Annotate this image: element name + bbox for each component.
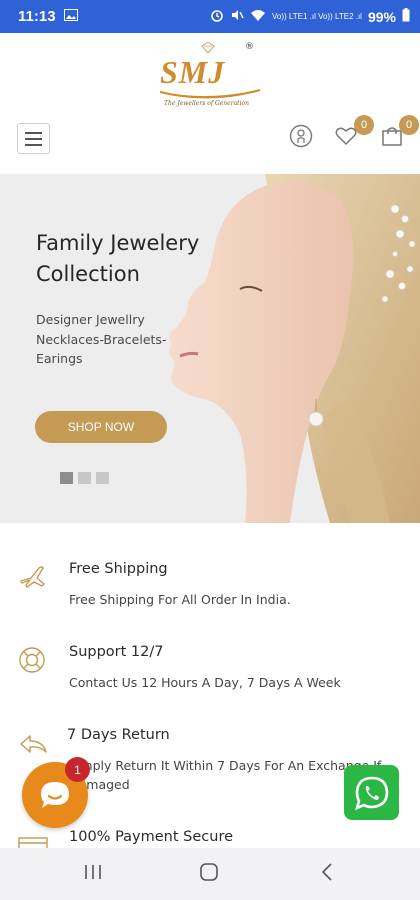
chat-notification-badge: 1 bbox=[65, 757, 90, 782]
logo-tagline: The Jewellers of Generation bbox=[164, 100, 249, 107]
hamburger-menu-button[interactable] bbox=[17, 123, 50, 154]
airplane-icon bbox=[18, 563, 48, 597]
feature-title: 100% Payment Secure bbox=[69, 829, 234, 845]
feature-description-line: Damaged bbox=[69, 777, 130, 792]
hero-title-line: Family Jewelery bbox=[36, 231, 200, 255]
hero-title: Family Jewelery Collection bbox=[36, 228, 226, 290]
shop-now-button[interactable]: SHOP NOW bbox=[35, 411, 167, 443]
heart-icon bbox=[335, 127, 357, 146]
menu-line bbox=[25, 137, 42, 140]
alarm-icon bbox=[210, 8, 224, 25]
back-icon[interactable] bbox=[318, 862, 338, 886]
hero-subtitle-line: Earings bbox=[36, 351, 83, 366]
account-button[interactable] bbox=[289, 124, 313, 152]
wishlist-count-badge: 0 bbox=[354, 115, 374, 135]
hero-subtitle-line: Necklaces-Bracelets- bbox=[36, 331, 167, 347]
hero-subtitle: Designer Jewellry Necklaces-Bracelets- E… bbox=[36, 310, 176, 369]
status-time: 11:13 bbox=[18, 8, 56, 25]
feature-title: Free Shipping bbox=[69, 561, 168, 577]
whatsapp-button[interactable] bbox=[344, 765, 399, 820]
feature-description: Simply Return It Within 7 Days For An Ex… bbox=[69, 756, 381, 794]
menu-line bbox=[25, 131, 42, 134]
feature-description: Free Shipping For All Order In India. bbox=[69, 592, 291, 607]
home-icon[interactable] bbox=[199, 862, 219, 886]
slider-dots bbox=[60, 472, 109, 484]
feature-description: Contact Us 12 Hours A Day, 7 Days A Week bbox=[69, 675, 341, 690]
logo-text: SMJ bbox=[160, 54, 226, 90]
slider-dot[interactable] bbox=[60, 472, 73, 484]
recent-apps-icon[interactable] bbox=[83, 862, 103, 886]
hero-banner[interactable]: Family Jewelery Collection Designer Jewe… bbox=[0, 174, 420, 523]
brand-logo[interactable]: SMJ ® The Jewellers of Generation bbox=[150, 42, 270, 114]
battery-icon bbox=[402, 8, 410, 25]
menu-line bbox=[25, 143, 42, 146]
whatsapp-icon bbox=[354, 776, 388, 810]
wifi-icon bbox=[250, 9, 266, 25]
logo-registered-mark: ® bbox=[245, 42, 254, 52]
feature-title: 7 Days Return bbox=[67, 727, 170, 743]
slider-dot[interactable] bbox=[96, 472, 109, 484]
signal-label: Vo)) LTE1 .ıl Vo)) LTE2 .ıl bbox=[272, 12, 362, 21]
cart-count-badge: 0 bbox=[399, 115, 419, 135]
hero-subtitle-line: Designer Jewellry bbox=[36, 312, 145, 327]
wishlist-button[interactable] bbox=[335, 126, 357, 150]
mute-icon bbox=[230, 8, 244, 25]
system-navigation-bar bbox=[0, 848, 420, 900]
user-icon bbox=[289, 124, 313, 148]
return-arrow-icon bbox=[18, 733, 48, 759]
feature-description-line: Simply Return It Within 7 Days For An Ex… bbox=[69, 758, 382, 773]
slider-dot[interactable] bbox=[78, 472, 91, 484]
battery-percentage: 99% bbox=[367, 8, 396, 25]
feature-title: Support 12/7 bbox=[69, 644, 164, 660]
chat-bubble-icon bbox=[41, 782, 69, 808]
gallery-icon bbox=[63, 8, 78, 25]
status-bar: 11:13 Vo)) LTE1 .ıl Vo)) LTE2 .ıl 99% bbox=[0, 0, 420, 33]
lifebuoy-icon bbox=[18, 646, 46, 678]
hero-title-line: Collection bbox=[36, 262, 140, 286]
